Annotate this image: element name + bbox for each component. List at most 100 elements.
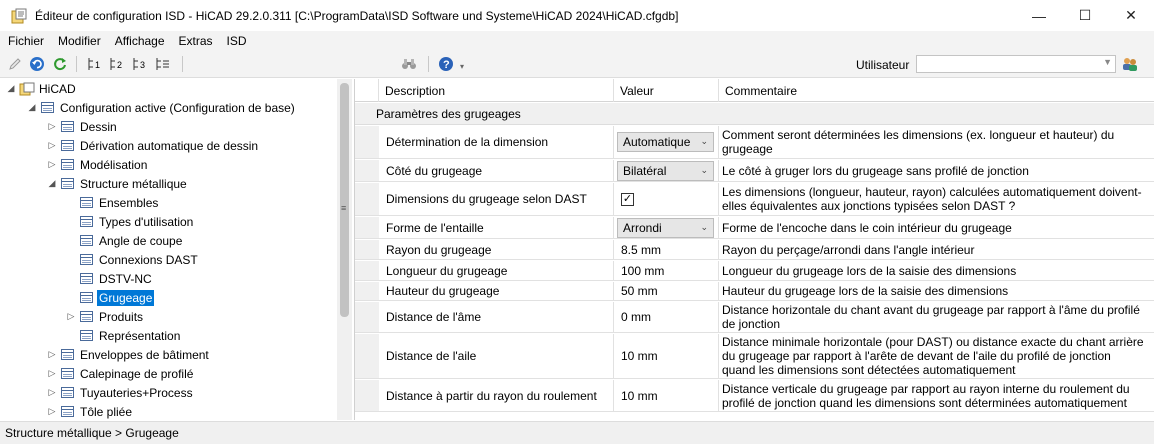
menu-isd[interactable]: ISD: [220, 34, 254, 48]
collapsed-icon[interactable]: ▷: [46, 349, 58, 360]
tree-item-label: Dessin: [80, 119, 117, 134]
maximize-icon: ☐: [1078, 7, 1092, 23]
menu-affichage[interactable]: Affichage: [108, 34, 172, 48]
cope-height-value[interactable]: 50 mm: [617, 284, 658, 298]
config-node-icon: [80, 292, 93, 303]
dast-dimensions-checkbox[interactable]: ✓: [621, 192, 634, 206]
row-description: Détermination de la dimension: [379, 126, 614, 158]
row-comment: Longueur du grugeage lors de la saisie d…: [722, 263, 1017, 278]
cope-side-select[interactable]: Bilatéral ⌄: [617, 160, 714, 181]
tree-item-configuration-active[interactable]: ◢ Configuration active (Configuration de…: [26, 98, 297, 117]
chevron-down-icon: ⌄: [700, 136, 708, 146]
web-distance-value[interactable]: 0 mm: [617, 310, 651, 324]
svg-text:1: 1: [95, 60, 100, 70]
hicad-root-icon: [19, 82, 35, 96]
toolbar-overflow-icon[interactable]: ▾: [457, 59, 467, 73]
cope-length-value[interactable]: 100 mm: [617, 264, 664, 278]
tree-item-types-utilisation[interactable]: Types d'utilisation: [65, 212, 195, 231]
row-description: Distance de l'aile: [379, 334, 614, 378]
title-bar: Éditeur de configuration ISD - HiCAD 29.…: [0, 0, 1154, 31]
scrollbar-thumb[interactable]: [340, 83, 349, 317]
menu-modifier[interactable]: Modifier: [51, 34, 108, 48]
refresh-icon[interactable]: [51, 55, 68, 72]
fillet-distance-value[interactable]: 10 mm: [617, 389, 658, 403]
user-combo[interactable]: ▼: [916, 55, 1116, 73]
table-row[interactable]: Dimensions du grugeage selon DAST ✓ Les …: [355, 183, 1154, 216]
collapsed-icon[interactable]: ▷: [46, 121, 58, 132]
tree-item-modelisation[interactable]: ▷ Modélisation: [46, 155, 149, 174]
column-header-value[interactable]: Valeur: [614, 79, 719, 102]
tree-scrollbar[interactable]: ≡: [337, 79, 352, 420]
table-row[interactable]: Rayon du grugeage 8.5 mm Rayon du perçag…: [355, 240, 1154, 260]
level-1-icon[interactable]: 1: [86, 55, 103, 72]
tree-item-enveloppes[interactable]: ▷ Enveloppes de bâtiment: [46, 345, 211, 364]
collapsed-icon[interactable]: ▷: [46, 368, 58, 379]
splitter-grip-icon[interactable]: ≡: [341, 203, 346, 213]
user-label: Utilisateur: [856, 58, 910, 72]
table-row[interactable]: Distance de l'aile 10 mm Distance minima…: [355, 334, 1154, 379]
menu-fichier[interactable]: Fichier: [0, 34, 51, 48]
collapsed-icon[interactable]: ▷: [65, 311, 77, 322]
level-2-icon[interactable]: 2: [108, 55, 125, 72]
collapsed-icon[interactable]: ▷: [46, 387, 58, 398]
collapsed-icon[interactable]: ▷: [46, 140, 58, 151]
column-header-comment[interactable]: Commentaire: [719, 79, 1154, 102]
chevron-down-icon: ⌄: [700, 164, 708, 175]
tree-item-connexions-dast[interactable]: Connexions DAST: [65, 250, 200, 269]
help-icon[interactable]: ?: [437, 55, 454, 72]
minimize-button[interactable]: —: [1016, 0, 1062, 31]
tree-item-dstv-nc[interactable]: DSTV-NC: [65, 269, 154, 288]
config-node-icon: [80, 330, 93, 341]
row-comment: Hauteur du grugeage lors de la saisie de…: [722, 284, 1009, 298]
collapsed-icon[interactable]: ▷: [46, 406, 58, 417]
table-row[interactable]: Distance à partir du rayon du roulement …: [355, 380, 1154, 412]
users-icon[interactable]: [1120, 55, 1140, 72]
close-button[interactable]: ✕: [1108, 0, 1154, 31]
column-header-description[interactable]: Description: [379, 79, 614, 102]
tree-item-dessin[interactable]: ▷ Dessin: [46, 117, 119, 136]
tree-item-tuyauteries[interactable]: ▷ Tuyauteries+Process: [46, 383, 195, 402]
tree-item-grugeage[interactable]: Grugeage: [65, 288, 155, 307]
tree-item-label: Modélisation: [80, 157, 148, 172]
tree-item-label: Configuration active (Configuration de b…: [60, 100, 295, 115]
expanded-icon[interactable]: ◢: [5, 83, 17, 94]
tree-item-hicad[interactable]: ◢ HiCAD: [5, 79, 78, 98]
table-row[interactable]: Côté du grugeage Bilatéral ⌄ Le côté à g…: [355, 160, 1154, 182]
table-row[interactable]: Détermination de la dimension Automatiqu…: [355, 126, 1154, 159]
window-title: Éditeur de configuration ISD - HiCAD 29.…: [35, 8, 679, 23]
tree-item-label: Grugeage: [97, 289, 155, 306]
menu-extras[interactable]: Extras: [172, 34, 220, 48]
table-row[interactable]: Distance de l'âme 0 mm Distance horizont…: [355, 302, 1154, 333]
tree-item-produits[interactable]: ▷ Produits: [65, 307, 145, 326]
tree-item-structure-metallique[interactable]: ◢ Structure métallique: [46, 174, 189, 193]
maximize-button[interactable]: ☐: [1062, 0, 1108, 31]
chevron-down-icon: ▼: [1103, 57, 1112, 67]
group-header[interactable]: Paramètres des grugeages: [355, 103, 1154, 125]
expanded-icon[interactable]: ◢: [26, 102, 38, 113]
flange-distance-value[interactable]: 10 mm: [617, 349, 658, 363]
cope-radius-value[interactable]: 8.5 mm: [617, 243, 661, 257]
tree-item-angle-de-coupe[interactable]: Angle de coupe: [65, 231, 184, 250]
table-row[interactable]: Hauteur du grugeage 50 mm Hauteur du gru…: [355, 282, 1154, 301]
toolbar: 1 2 3 ? ▾ Utilisateur ▼: [0, 50, 1154, 78]
tree-item-label: Types d'utilisation: [99, 214, 194, 229]
tree-item-tole-pliee[interactable]: ▷ Tôle pliée: [46, 402, 134, 420]
tree-item-label: Dérivation automatique de dessin: [80, 138, 259, 153]
notch-shape-select[interactable]: Arrondi ⌄: [617, 217, 714, 238]
tree-item-label: Tôle pliée: [80, 404, 133, 419]
collapsed-icon[interactable]: ▷: [46, 159, 58, 170]
dimension-mode-select[interactable]: Automatique ⌄: [617, 132, 714, 152]
table-row[interactable]: Forme de l'entaille Arrondi ⌄ Forme de l…: [355, 217, 1154, 239]
undo-icon[interactable]: [28, 55, 45, 72]
tree-item-calepinage[interactable]: ▷ Calepinage de profilé: [46, 364, 195, 383]
pencil-icon[interactable]: [6, 55, 23, 72]
expanded-icon[interactable]: ◢: [46, 178, 58, 189]
table-row[interactable]: Longueur du grugeage 100 mm Longueur du …: [355, 261, 1154, 281]
tree-item-representation[interactable]: Représentation: [65, 326, 182, 345]
level-all-icon[interactable]: [154, 55, 171, 72]
tree-item-ensembles[interactable]: Ensembles: [65, 193, 160, 212]
binoculars-icon[interactable]: [400, 55, 417, 72]
level-3-icon[interactable]: 3: [131, 55, 148, 72]
tree-item-derivation[interactable]: ▷ Dérivation automatique de dessin: [46, 136, 260, 155]
tree-item-label: Ensembles: [99, 195, 159, 210]
